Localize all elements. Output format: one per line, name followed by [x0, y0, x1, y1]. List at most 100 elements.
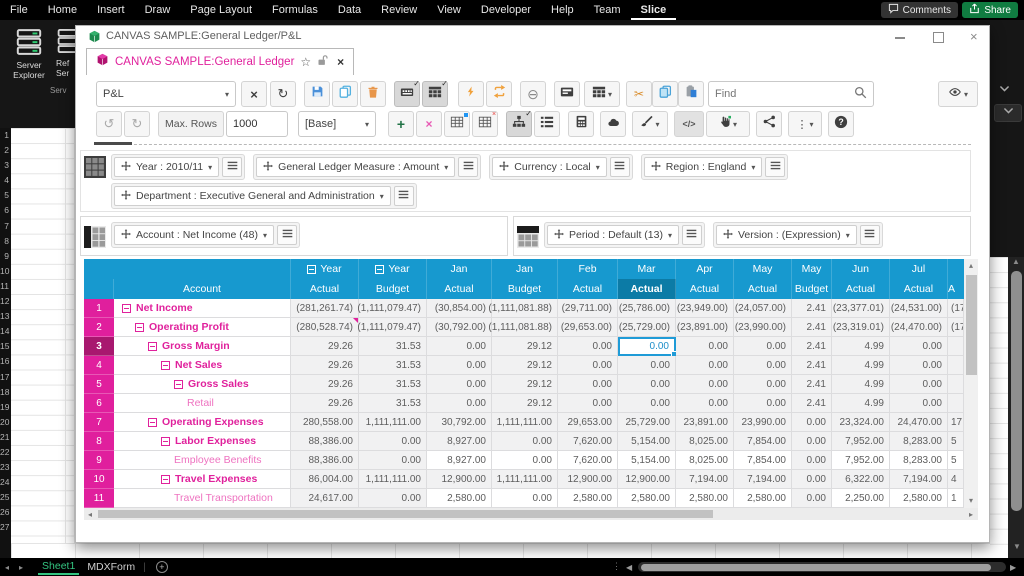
pivot-row-number[interactable]: 4 — [84, 356, 114, 375]
pivot-cell[interactable]: 280,558.00 — [291, 413, 359, 432]
max-rows-field[interactable]: 1000 — [226, 111, 288, 137]
pivot-cell[interactable]: 2.41 — [792, 337, 832, 356]
menu-item-page-layout[interactable]: Page Layout — [180, 0, 262, 20]
grid-vertical-scrollbar[interactable]: ▴ ▾ — [964, 259, 978, 508]
minimize-button[interactable] — [894, 31, 906, 43]
remove-button[interactable]: × — [416, 111, 442, 137]
pivot-cell[interactable]: 29.26 — [291, 375, 359, 394]
pivot-cell[interactable]: 8,025.00 — [676, 432, 734, 451]
pivot-cell[interactable]: 0.00 — [618, 356, 676, 375]
excel-row-number[interactable]: 24 — [0, 475, 11, 490]
pivot-row-number[interactable]: 3 — [84, 337, 114, 356]
pivot-cell[interactable]: 0.00 — [676, 394, 734, 413]
filter-chip[interactable]: General Ledger Measure : Amount▾ — [256, 157, 455, 177]
pivot-cell[interactable]: 0.00 — [792, 470, 832, 489]
toggle-keyboard-grid-button[interactable]: ✓ — [394, 81, 420, 107]
excel-row-number[interactable]: 26 — [0, 505, 11, 520]
pivot-cell[interactable]: 0.00 — [618, 394, 676, 413]
pivot-cell[interactable]: (23,377.01) — [832, 299, 890, 318]
pivot-cell[interactable]: 23,891.00 — [676, 413, 734, 432]
pivot-cell[interactable]: 1,111,111.00 — [359, 413, 427, 432]
hierarchy-view-button[interactable]: ✓ — [506, 111, 532, 137]
suppress-button[interactable]: ⊖ — [520, 81, 546, 107]
column-header-measure[interactable]: Budget — [792, 279, 832, 299]
pivot-cell[interactable]: 29.12 — [492, 337, 558, 356]
member-list-button[interactable] — [458, 157, 478, 177]
account-cell[interactable]: Gross Sales — [114, 375, 291, 394]
column-header-month[interactable]: Year — [359, 259, 427, 279]
chevron-down-icon[interactable]: ▾ — [596, 163, 600, 172]
pivot-cell[interactable]: 0.00 — [492, 489, 558, 508]
help-button[interactable]: ? — [828, 111, 854, 137]
pivot-cell[interactable]: (23,949.00) — [676, 299, 734, 318]
pivot-cell[interactable]: 1,111,111.00 — [359, 470, 427, 489]
collapse-icon[interactable] — [135, 323, 144, 332]
scroll-up-icon[interactable]: ▲ — [1008, 257, 1024, 266]
collapse-icon[interactable] — [161, 437, 170, 446]
member-list-button[interactable] — [610, 157, 630, 177]
pivot-cell[interactable]: 12,900.00 — [558, 470, 618, 489]
pivot-cell-partial[interactable]: (17 — [948, 318, 964, 337]
pivot-cell[interactable]: 1,111,111.00 — [492, 413, 558, 432]
excel-row-number[interactable]: 14 — [0, 324, 11, 339]
scroll-down-icon[interactable]: ▾ — [964, 494, 978, 508]
excel-row-number[interactable]: 25 — [0, 490, 11, 505]
grid-horizontal-scrollbar[interactable]: ◂ ▸ — [84, 508, 978, 520]
code-view-button[interactable]: </> — [674, 111, 704, 137]
pivot-cell[interactable]: 0.00 — [359, 432, 427, 451]
excel-row-number[interactable]: 21 — [0, 430, 11, 445]
account-cell[interactable]: Operating Profit — [114, 318, 291, 337]
excel-horizontal-scrollbar[interactable] — [638, 562, 1006, 572]
chevron-down-button[interactable] — [994, 104, 1022, 122]
pivot-cell[interactable]: 2.41 — [792, 375, 832, 394]
filter-chip[interactable]: Department : Executive General and Admin… — [114, 186, 391, 206]
sheet-nav-right-icon[interactable]: ▸ — [14, 563, 28, 572]
filter-chip[interactable]: Year : 2010/11▾ — [114, 157, 219, 177]
collapse-icon[interactable] — [161, 475, 170, 484]
pivot-cell[interactable]: (1,111,081.88) — [492, 318, 558, 337]
pivot-corner-cell[interactable] — [84, 279, 114, 299]
excel-row-number[interactable]: 11 — [0, 279, 11, 294]
close-button[interactable]: × — [970, 31, 982, 43]
pivot-cell-partial[interactable] — [948, 394, 964, 413]
pivot-cell[interactable]: (24,470.00) — [890, 318, 948, 337]
paste-button[interactable] — [678, 81, 704, 107]
column-header-month[interactable]: Apr — [676, 259, 734, 279]
excel-row-number[interactable]: 3 — [0, 158, 11, 173]
menu-item-insert[interactable]: Insert — [87, 0, 135, 20]
pivot-cell[interactable]: (280,528.74) — [291, 318, 359, 337]
pivot-cell[interactable]: 0.00 — [890, 337, 948, 356]
save-button[interactable] — [304, 81, 330, 107]
chevron-down-icon[interactable]: ▾ — [751, 163, 755, 172]
collapse-ribbon-chevron-icon[interactable] — [998, 82, 1011, 100]
pivot-cell[interactable]: (25,786.00) — [618, 299, 676, 318]
pivot-cell[interactable]: 7,952.00 — [832, 432, 890, 451]
pivot-cell[interactable]: (24,057.00) — [734, 299, 792, 318]
excel-row-number[interactable]: 13 — [0, 309, 11, 324]
pivot-cell-partial[interactable] — [948, 337, 964, 356]
pivot-cell[interactable]: 88,386.00 — [291, 432, 359, 451]
menu-item-data[interactable]: Data — [328, 0, 371, 20]
collapse-icon[interactable] — [375, 265, 384, 274]
pivot-cell[interactable]: 7,194.00 — [676, 470, 734, 489]
column-header-measure[interactable]: Actual — [890, 279, 948, 299]
pivot-cell[interactable]: 4.99 — [832, 356, 890, 375]
collapse-icon[interactable] — [148, 418, 157, 427]
excel-row-number[interactable]: 4 — [0, 173, 11, 188]
pivot-cell[interactable]: 2,580.00 — [676, 489, 734, 508]
excel-row-number[interactable]: 27 — [0, 520, 11, 535]
pivot-cell[interactable]: 7,620.00 — [558, 451, 618, 470]
pivot-cell[interactable]: 7,194.00 — [890, 470, 948, 489]
excel-vertical-scrollbar[interactable]: ▲ — [1008, 257, 1024, 558]
visibility-dropdown[interactable]: ▾ — [938, 81, 978, 107]
account-cell[interactable]: Gross Margin — [114, 337, 291, 356]
column-header-month[interactable]: Jan — [427, 259, 492, 279]
cut-button[interactable]: ✂ — [626, 81, 652, 107]
pivot-cell[interactable]: 2.41 — [792, 299, 832, 318]
pivot-cell[interactable]: 0.00 — [492, 451, 558, 470]
scrollbar-thumb[interactable] — [98, 510, 713, 518]
pivot-cell-partial[interactable]: (17 — [948, 299, 964, 318]
share-view-button[interactable] — [756, 111, 782, 137]
pivot-cell[interactable]: 0.00 — [492, 432, 558, 451]
pivot-cell[interactable]: 8,927.00 — [427, 432, 492, 451]
